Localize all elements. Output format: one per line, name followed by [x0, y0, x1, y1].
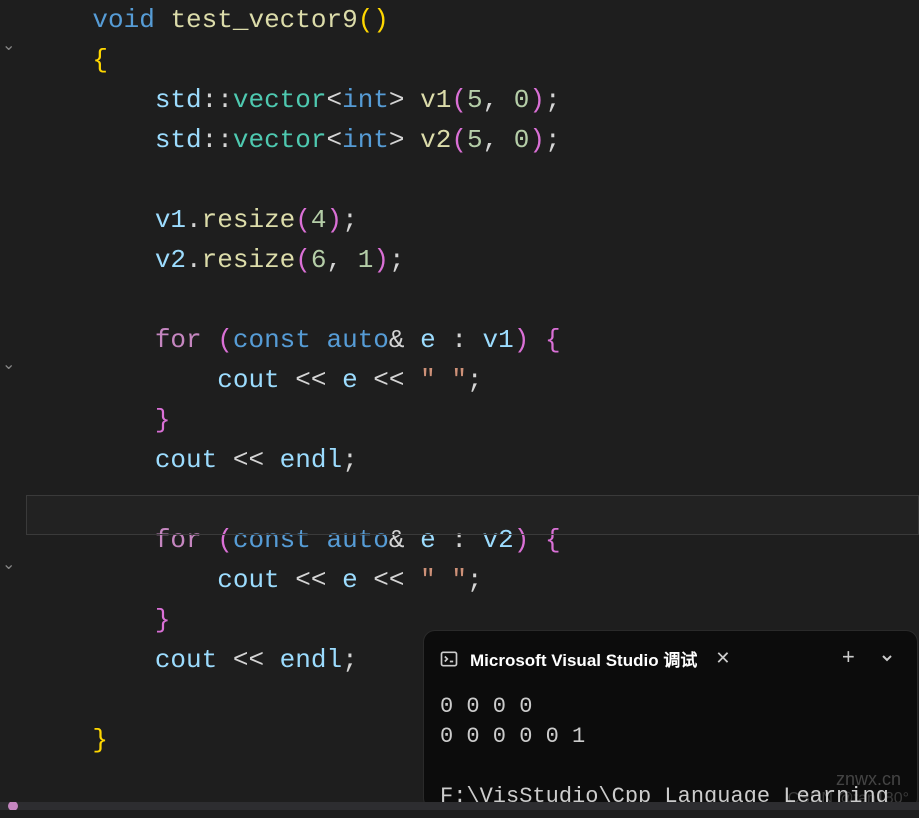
fold-marker-icon[interactable]: ⌄	[2, 545, 15, 585]
fold-gutter[interactable]: ⌄ ⌄ ⌄	[0, 0, 20, 760]
current-line-highlight	[26, 495, 919, 535]
code-line[interactable]: std::vector<int> v2(5, 0);	[30, 120, 919, 160]
output-line: 0 0 0 0	[440, 694, 546, 719]
code-line[interactable]: std::vector<int> v1(5, 0);	[30, 80, 919, 120]
close-tab-button[interactable]: ✕	[715, 648, 730, 670]
code-line[interactable]: cout << e << " ";	[30, 560, 919, 600]
tab-dropdown-icon[interactable]	[879, 644, 895, 674]
status-indicator[interactable]	[8, 802, 18, 810]
code-line[interactable]	[30, 160, 919, 200]
terminal-tabstrip: Microsoft Visual Studio 调试 ✕ +	[424, 631, 917, 686]
code-line[interactable]: }	[30, 400, 919, 440]
terminal-tab-title[interactable]: Microsoft Visual Studio 调试	[470, 646, 697, 671]
code-line[interactable]: cout << e << " ";	[30, 360, 919, 400]
code-line[interactable]: v1.resize(4);	[30, 200, 919, 240]
code-line[interactable]: for (const auto& e : v1) {	[30, 320, 919, 360]
new-tab-button[interactable]: +	[842, 646, 855, 671]
code-line[interactable]	[30, 280, 919, 320]
fold-marker-icon[interactable]: ⌄	[2, 26, 15, 66]
code-line[interactable]: void test_vector9()	[30, 0, 919, 40]
watermark: znwx.cn	[836, 769, 901, 790]
code-line[interactable]: v2.resize(6, 1);	[30, 240, 919, 280]
status-bar[interactable]	[0, 802, 919, 810]
code-line[interactable]: cout << endl;	[30, 440, 919, 480]
fold-marker-icon[interactable]: ⌄	[2, 345, 15, 385]
output-line: 0 0 0 0 0 1	[440, 724, 598, 749]
terminal-icon	[438, 648, 460, 670]
code-line[interactable]: {	[30, 40, 919, 80]
